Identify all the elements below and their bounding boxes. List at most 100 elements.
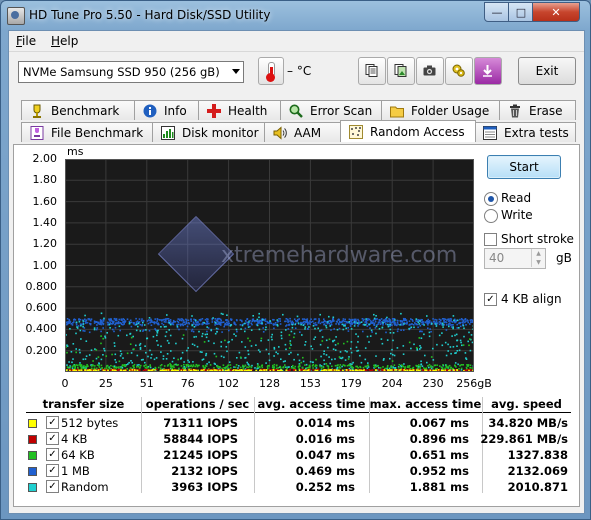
chart-point	[79, 329, 82, 332]
chart-point	[241, 324, 244, 327]
chart-point	[427, 365, 429, 367]
chart-point	[356, 365, 358, 368]
chart-point	[301, 318, 304, 320]
tab-aam[interactable]: AAM	[264, 122, 342, 142]
chart-point	[360, 321, 363, 323]
chart-point	[394, 369, 396, 371]
tab-erase[interactable]: Erase	[499, 100, 576, 120]
chart-point	[417, 326, 419, 329]
chart-point	[389, 332, 392, 334]
menu-file[interactable]: File	[16, 34, 36, 48]
chart-point	[240, 328, 242, 330]
screenshot-button[interactable]	[416, 57, 444, 85]
chart-point	[304, 364, 306, 366]
col-header-avg-access: avg. access time	[257, 397, 366, 411]
chart-point	[135, 323, 138, 326]
chart-point	[74, 365, 76, 367]
start-button[interactable]: Start	[487, 155, 561, 179]
tab-error-scan[interactable]: Error Scan	[280, 100, 383, 120]
exit-button[interactable]: Exit	[518, 57, 576, 85]
chart-point	[159, 319, 161, 321]
chart-point	[197, 324, 199, 326]
chart-point	[323, 320, 326, 323]
tab-disk-monitor[interactable]: Disk monitor	[152, 122, 266, 142]
tab-health[interactable]: Health	[198, 100, 282, 120]
chart-point	[66, 344, 68, 346]
read-radio[interactable]	[484, 192, 498, 206]
tab-info[interactable]: Info	[134, 100, 200, 120]
options-button[interactable]	[445, 57, 473, 85]
chart-point	[367, 318, 369, 320]
minimize-icon: —	[491, 5, 503, 19]
short-stroke-input[interactable]: 40 ▲ ▼	[484, 248, 546, 269]
chart-point	[342, 328, 345, 331]
chart-point	[181, 318, 184, 321]
chart-point	[421, 369, 424, 371]
chart-point	[101, 322, 103, 325]
align-checkbox[interactable]: ✓	[484, 293, 497, 306]
chart-point	[450, 320, 452, 322]
max-access-cell: 1.881 ms	[409, 480, 469, 494]
chart-point	[115, 318, 118, 320]
chart-point	[370, 329, 373, 332]
temperature-button[interactable]	[258, 57, 284, 85]
chart-point	[97, 369, 100, 371]
chart-point	[445, 329, 448, 331]
spin-down-icon[interactable]: ▼	[531, 258, 545, 267]
chart-point	[131, 369, 134, 371]
chart-point	[166, 314, 168, 316]
chart-point	[176, 325, 179, 328]
chart-point	[351, 322, 353, 325]
chart-point	[82, 325, 84, 328]
write-radio[interactable]	[484, 209, 498, 223]
chart-point	[377, 365, 379, 367]
spin-up-icon[interactable]: ▲	[531, 249, 545, 258]
chart-point	[93, 327, 96, 329]
chart-point	[96, 327, 99, 329]
tab-folder-usage[interactable]: Folder Usage	[381, 100, 501, 120]
chart-point	[218, 366, 221, 368]
tab-extra-tests[interactable]: Extra tests	[474, 122, 576, 142]
chart-point	[190, 318, 192, 321]
chart-point	[84, 369, 86, 371]
chart-point	[122, 321, 125, 323]
chart-point	[348, 356, 350, 358]
chart-point	[155, 357, 158, 359]
minimize-button[interactable]: —	[484, 2, 510, 22]
title-bar[interactable]: HD Tune Pro 5.50 - Hard Disk/SSD Utility…	[1, 1, 590, 29]
menu-help[interactable]: Help	[51, 34, 78, 48]
chart-point	[403, 323, 405, 325]
camera-icon	[423, 65, 436, 76]
chart-point	[241, 369, 244, 372]
close-button[interactable]: ✕	[532, 2, 580, 22]
series-checkbox[interactable]: ✓	[46, 432, 59, 445]
chart-point	[75, 324, 78, 326]
copy-text-button[interactable]	[358, 57, 386, 85]
chart-point	[273, 355, 275, 357]
max-access-cell: 0.651 ms	[409, 448, 469, 462]
save-button[interactable]	[474, 57, 502, 85]
chart-point	[86, 364, 88, 366]
tab-benchmark[interactable]: Benchmark	[21, 100, 136, 120]
maximize-button[interactable]: □	[508, 2, 534, 22]
chart-point	[159, 364, 162, 367]
series-checkbox[interactable]: ✓	[46, 448, 59, 461]
chart-point	[136, 364, 139, 366]
chart-point	[445, 365, 447, 368]
series-checkbox[interactable]: ✓	[46, 464, 59, 477]
tab-random-access[interactable]: Random Access	[340, 120, 476, 142]
chart-point	[390, 365, 392, 367]
chart-point	[319, 343, 322, 346]
chart-point	[103, 347, 105, 350]
drive-select[interactable]: NVMe Samsung SSD 950 (256 gB)	[18, 61, 244, 83]
series-checkbox[interactable]: ✓	[46, 416, 59, 429]
chart-point	[130, 352, 133, 354]
tab-file-benchmark[interactable]: File Benchmark	[21, 122, 154, 142]
chart-point	[186, 349, 188, 352]
chart-point	[375, 325, 378, 328]
series-checkbox[interactable]: ✓	[46, 480, 59, 493]
short-stroke-checkbox[interactable]	[484, 233, 497, 246]
chart-point	[123, 364, 126, 366]
chart-point	[373, 324, 375, 326]
copy-screenshot-button[interactable]	[387, 57, 415, 85]
